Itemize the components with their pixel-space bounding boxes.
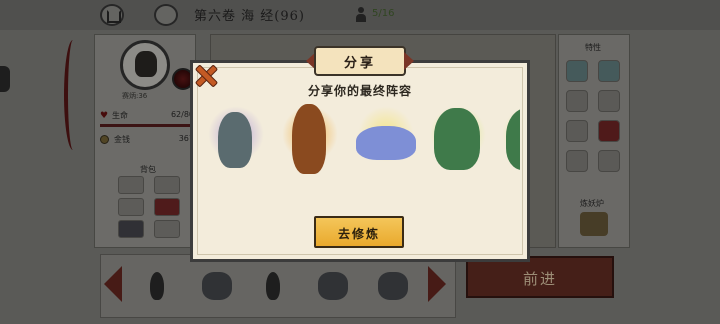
go-train-button[interactable]: 去修炼 <box>314 216 404 248</box>
dialog-subtitle: 分享你的最终阵容 <box>307 84 412 98</box>
unit-figure <box>292 104 326 174</box>
team-lineup <box>198 98 520 180</box>
unit-figure <box>218 112 252 168</box>
team-unit[interactable] <box>348 98 420 180</box>
team-unit[interactable] <box>272 98 344 180</box>
dialog-title-banner: 分享 <box>306 46 414 76</box>
team-unit[interactable] <box>492 98 520 180</box>
team-unit[interactable] <box>420 98 492 180</box>
go-train-label: 去修炼 <box>337 227 380 241</box>
unit-figure <box>434 108 480 170</box>
dialog-title: 分享 <box>343 56 376 71</box>
team-unit[interactable] <box>198 98 270 180</box>
unit-figure <box>356 126 416 160</box>
